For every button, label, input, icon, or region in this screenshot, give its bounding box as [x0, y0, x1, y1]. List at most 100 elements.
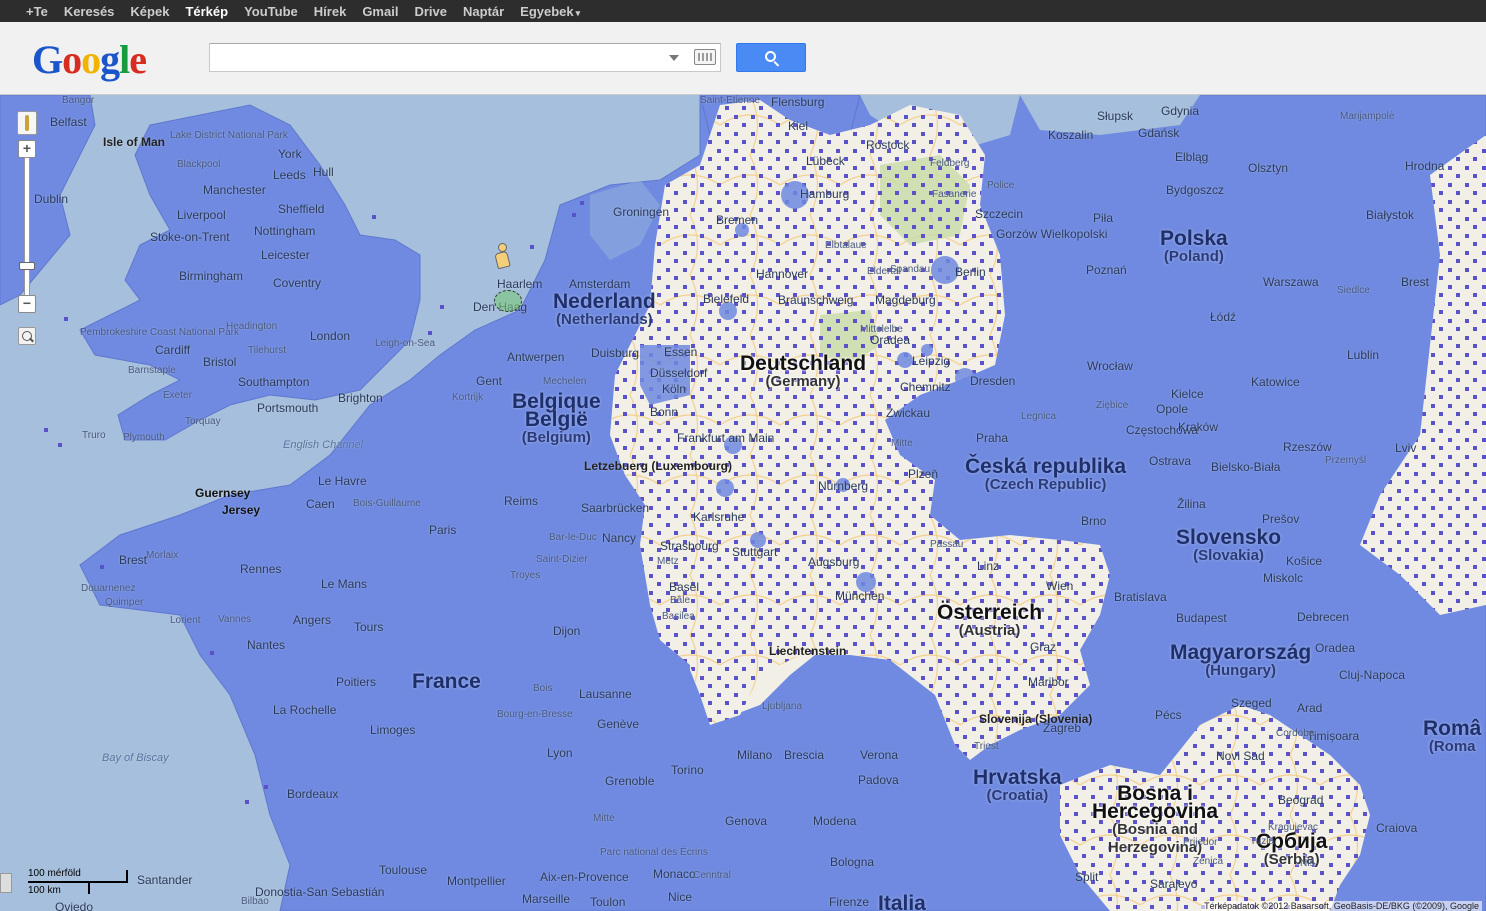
zoom-out-button[interactable]: − — [18, 295, 36, 313]
city-label: Brighton — [338, 391, 383, 405]
city-label: Köln — [662, 382, 687, 396]
city-label: Slovenija (Slovenia) — [979, 712, 1093, 726]
city-label: La Rochelle — [273, 703, 337, 717]
country-name: Česká republika — [965, 455, 1127, 478]
zoom-in-button[interactable]: + — [18, 140, 36, 158]
city-label: Prešov — [1262, 512, 1300, 526]
city-label: Antwerpen — [507, 350, 565, 364]
city-label: Novi Sad — [1216, 749, 1265, 763]
search-icon — [765, 51, 776, 62]
search-input[interactable] — [210, 44, 650, 71]
nav-item-search[interactable]: Keresés — [64, 4, 115, 19]
logo-letter: l — [119, 37, 130, 82]
city-label: Liverpool — [177, 208, 226, 222]
city-label: Słupsk — [1097, 109, 1134, 123]
city-label: Aix-en-Provence — [540, 870, 629, 884]
zoom-slider-thumb[interactable] — [19, 262, 35, 270]
nav-item-calendar[interactable]: Naptár — [463, 4, 504, 19]
pegman-icon[interactable] — [490, 243, 516, 277]
country-label: Polska (Poland) — [1160, 228, 1228, 266]
nav-item-youtube[interactable]: YouTube — [244, 4, 298, 19]
city-label: Duisburg — [591, 346, 640, 360]
city-label: Siedlce — [1337, 285, 1370, 296]
city-label: Plymouth — [123, 432, 165, 443]
city-label: Belfast — [50, 115, 87, 129]
city-label: Praha — [976, 431, 1009, 445]
country-name: Deutschland — [740, 352, 867, 375]
street-view-pegman-holder[interactable] — [17, 111, 37, 135]
city-label: Toulouse — [379, 863, 428, 877]
search-button[interactable] — [736, 43, 806, 72]
search-header: Google — [0, 22, 1486, 95]
city-label: Angers — [293, 613, 332, 627]
city-label: Flensburg — [771, 95, 825, 109]
city-label: Gdańsk — [1138, 126, 1180, 140]
city-label: Bois — [533, 683, 553, 694]
scale-tick — [88, 882, 90, 894]
city-label: Vannes — [218, 614, 252, 625]
top-nav-bar: +Te Keresés Képek Térkép YouTube Hírek G… — [0, 0, 1486, 22]
google-logo[interactable]: Google — [32, 36, 147, 83]
logo-letter: e — [129, 37, 147, 82]
city-label: Bangor — [62, 95, 95, 106]
country-label: Slovensko (Slovakia) — [1176, 526, 1282, 565]
city-label: Opole — [1156, 402, 1189, 416]
city-label: Saarbrücken — [581, 501, 650, 515]
country-english-name: (Hungary) — [1205, 662, 1277, 679]
city-label: Piła — [1093, 211, 1114, 225]
city-label: Stuttgart — [732, 545, 778, 559]
search-dropdown-arrow-icon[interactable] — [669, 55, 679, 61]
city-label: Linz — [977, 559, 1000, 573]
nav-item-plus[interactable]: +Te — [26, 4, 48, 19]
city-label: Pembrokeshire Coast National Park — [80, 327, 239, 338]
city-label: Hull — [313, 165, 334, 179]
city-label: Essen — [664, 345, 698, 359]
city-label: Quimper — [105, 597, 144, 608]
city-label: Birmingham — [179, 269, 244, 283]
city-label: Beograd — [1278, 793, 1324, 807]
country-name: Slovensko — [1176, 526, 1282, 549]
city-label: Magdeburg — [875, 293, 936, 307]
city-label: Paris — [429, 523, 457, 537]
city-label: Tilehurst — [248, 345, 286, 356]
city-label: Manchester — [203, 183, 266, 197]
city-label: Maribor — [1028, 675, 1069, 689]
city-label: Leigh-on-Sea — [375, 338, 436, 349]
keyboard-icon[interactable] — [694, 49, 716, 65]
city-label: London — [310, 329, 351, 343]
nav-item-images[interactable]: Képek — [130, 4, 169, 19]
nav-item-more[interactable]: Egyebek ▾ — [520, 4, 580, 19]
city-label: Brest — [119, 553, 148, 567]
map-canvas[interactable]: Deutschland (Germany) Polska (Poland) Nederl… — [0, 95, 1486, 911]
city-label: Headington — [226, 321, 278, 332]
country-name: Bosna i Hercegovina — [1092, 782, 1219, 823]
country-english-name: (Netherlands) — [556, 311, 653, 328]
nav-item-gmail[interactable]: Gmail — [362, 4, 398, 19]
city-label: Elbtalaue — [825, 240, 867, 251]
country-english-name: (Serbia) — [1263, 851, 1320, 868]
city-label: Ziębice — [1096, 400, 1129, 411]
map-copyright[interactable]: Térképadatok ©2012 Basarsoft, GeoBasis-D… — [1201, 901, 1482, 911]
city-label: Metz — [657, 556, 679, 567]
zoom-slider-track[interactable] — [24, 157, 30, 297]
map-side-tab[interactable] — [0, 873, 12, 893]
zoom-area-icon[interactable] — [18, 327, 36, 345]
logo-letter: o — [81, 37, 101, 82]
city-label: Miskolc — [1263, 571, 1304, 585]
scale-metric: 100 km — [28, 885, 61, 896]
search-box — [209, 43, 721, 72]
city-label: Lviv — [1395, 441, 1417, 455]
city-label: Brest — [1401, 275, 1430, 289]
city-label: Gdynia — [1161, 104, 1200, 118]
city-label: Augsburg — [808, 555, 860, 569]
nav-item-maps[interactable]: Térkép — [185, 4, 228, 19]
city-label: Oradea — [870, 333, 911, 347]
nav-item-news[interactable]: Hírek — [314, 4, 347, 19]
city-label: Plzeň — [908, 467, 939, 481]
city-label: Sarajevo — [1150, 877, 1198, 891]
city-label: Torquay — [185, 416, 221, 427]
city-label: Szczecin — [975, 207, 1024, 221]
city-label: Bremen — [716, 213, 759, 227]
nav-item-drive[interactable]: Drive — [414, 4, 447, 19]
city-label: Mitte — [593, 813, 615, 824]
